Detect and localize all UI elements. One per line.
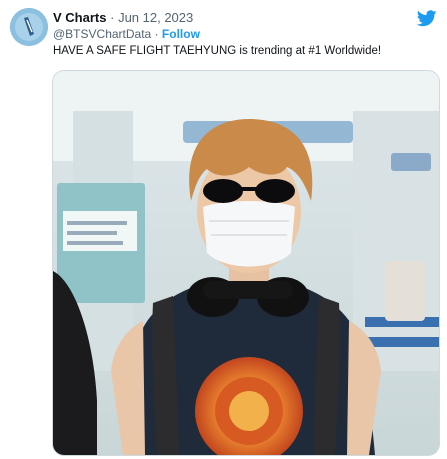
avatar-image — [10, 8, 48, 46]
user-handle[interactable]: @BTSVChartData — [53, 27, 151, 41]
separator: · — [110, 10, 115, 25]
tweet-text: HAVE A SAFE FLIGHT TAEHYUNG is trending … — [53, 45, 382, 57]
separator: · — [154, 27, 159, 41]
follow-button[interactable]: Follow — [162, 27, 200, 41]
twitter-bird-icon[interactable] — [417, 10, 437, 27]
handle-row: @BTSVChartData · Follow — [53, 27, 200, 41]
airport-photo-image — [53, 71, 439, 455]
tweet-date[interactable]: Jun 12, 2023 — [118, 10, 193, 25]
tweet-media[interactable] — [52, 70, 440, 456]
display-name[interactable]: V Charts — [53, 10, 106, 25]
tweet-header: V Charts · Jun 12, 2023 — [53, 10, 193, 25]
avatar[interactable] — [10, 8, 48, 46]
